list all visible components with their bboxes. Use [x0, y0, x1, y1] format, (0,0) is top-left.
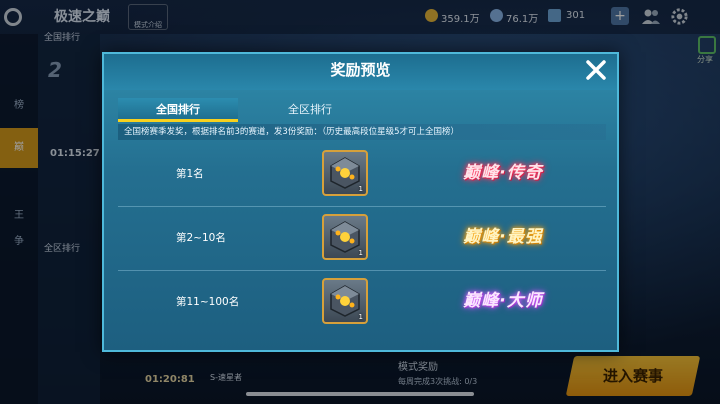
tab-national-rank[interactable]: 全国排行 — [118, 98, 238, 122]
reward-row: 第2~10名 1 巅峰·最强 — [118, 208, 606, 271]
item-count: 1 — [358, 185, 363, 193]
close-icon[interactable] — [584, 58, 608, 82]
rank-range-label: 第2~10名 — [176, 232, 226, 244]
rank-range-label: 第1名 — [176, 168, 204, 180]
reward-item[interactable]: 1 — [322, 214, 368, 260]
title-badge-master: 巅峰·大师 — [463, 291, 543, 311]
dialog-title: 奖励预览 — [330, 61, 391, 79]
title-badge-strongest: 巅峰·最强 — [463, 227, 543, 247]
tab-regional-rank[interactable]: 全区排行 — [250, 98, 370, 122]
reward-item[interactable]: 1 — [322, 150, 368, 196]
item-count: 1 — [358, 249, 363, 257]
reward-row: 第11~100名 1 巅峰·大师 — [118, 272, 606, 332]
season-notice: 全国榜赛季发奖，根据排名前3的赛道，发3份奖励：（历史最高段位星级5才可上全国榜… — [118, 124, 606, 140]
item-count: 1 — [358, 313, 363, 321]
reward-row: 第1名 1 巅峰·传奇 — [118, 144, 606, 207]
row-divider — [118, 206, 606, 207]
reward-item[interactable]: 1 — [322, 278, 368, 324]
rank-range-label: 第11~100名 — [176, 296, 240, 308]
title-badge-legend: 巅峰·传奇 — [463, 163, 543, 183]
reward-preview-dialog: 奖励预览 全国排行 全区排行 全国榜赛季发奖，根据排名前3的赛道，发3份奖励：（… — [102, 52, 619, 352]
row-divider — [118, 270, 606, 271]
